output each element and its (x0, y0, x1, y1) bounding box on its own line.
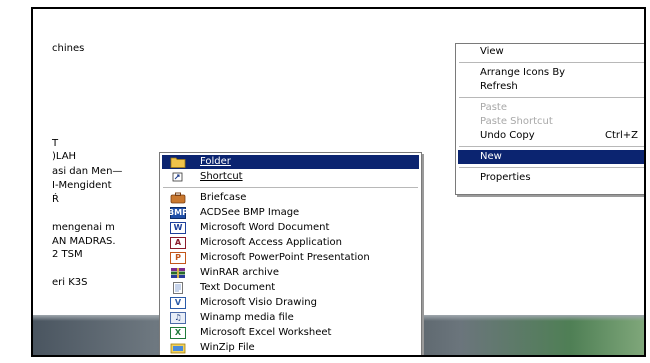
new-excel-worksheet-item[interactable]: X Microsoft Excel Worksheet (162, 326, 419, 340)
new-access-application-item[interactable]: A Microsoft Access Application (162, 236, 419, 250)
menu-item-label: New (480, 151, 502, 162)
menu-item-label: Winamp media file (200, 312, 294, 323)
menu-item-label: ACDSee BMP Image (200, 207, 300, 218)
briefcase-icon (170, 192, 186, 204)
menu-item-label: Refresh (480, 81, 518, 92)
menu-separator (459, 167, 644, 168)
new-winamp-media-item[interactable]: ♫ Winamp media file (162, 311, 419, 325)
new-submenu: Folder Shortcut Briefcase BMP ACDSee BMP… (159, 152, 422, 355)
background-text: AN MADRAS. (52, 236, 116, 247)
background-text: Ŕ (52, 194, 59, 205)
menu-item-label: Arrange Icons By (480, 67, 566, 78)
folder-icon (170, 156, 186, 168)
menu-item-label: View (480, 46, 504, 57)
background-text: asi dan Men— (52, 166, 123, 177)
menu-item-label: Shortcut (200, 171, 243, 182)
menu-item-label: Microsoft PowerPoint Presentation (200, 252, 370, 263)
menu-separator (459, 62, 644, 63)
background-text: 2 TSM (52, 249, 83, 260)
menu-item-label: Briefcase (200, 192, 247, 203)
menu-item-paste-shortcut[interactable]: Paste Shortcut (458, 115, 644, 129)
visio-icon: V (170, 297, 186, 309)
menu-item-refresh[interactable]: Refresh (458, 80, 644, 94)
menu-item-view[interactable]: View ▶ (458, 45, 644, 59)
desktop-window: chines T )LAH asi dan Men— I-Mengident Ŕ… (31, 7, 646, 357)
menu-item-label: Paste (480, 102, 507, 113)
winrar-icon (170, 267, 186, 279)
background-text: I-Mengident (52, 180, 112, 191)
menu-item-label: Microsoft Visio Drawing (200, 297, 317, 308)
background-text: chines (52, 43, 85, 54)
winamp-icon: ♫ (170, 312, 186, 324)
excel-icon: X (170, 327, 186, 339)
text-document-icon (170, 282, 186, 294)
menu-item-undo-copy[interactable]: Undo Copy Ctrl+Z (458, 129, 644, 143)
new-shortcut-item[interactable]: Shortcut (162, 170, 419, 184)
menu-item-paste[interactable]: Paste (458, 101, 644, 115)
new-winrar-archive-item[interactable]: WinRAR archive (162, 266, 419, 280)
menu-item-label: Microsoft Access Application (200, 237, 342, 248)
winzip-icon (170, 342, 186, 354)
background-text: )LAH (52, 151, 77, 162)
menu-separator (459, 97, 644, 98)
menu-item-label: Undo Copy (480, 130, 535, 141)
menu-item-label: WinRAR archive (200, 267, 279, 278)
menu-item-properties[interactable]: Properties (458, 171, 644, 185)
background-text: T (52, 138, 59, 149)
new-winzip-file-item[interactable]: WinZip File (162, 341, 419, 355)
menu-item-label: Properties (480, 172, 531, 183)
background-text: eri K3S (52, 277, 88, 288)
menu-item-label: Paste Shortcut (480, 116, 553, 127)
new-text-document-item[interactable]: Text Document (162, 281, 419, 295)
menu-item-shortcut-key: Ctrl+Z (604, 130, 638, 141)
menu-separator (163, 187, 418, 188)
new-word-document-item[interactable]: W Microsoft Word Document (162, 221, 419, 235)
acdsee-bmp-icon: BMP (168, 207, 188, 219)
menu-item-label: Microsoft Word Document (200, 222, 330, 233)
new-acdsee-bmp-item[interactable]: BMP ACDSee BMP Image (162, 206, 419, 220)
new-folder-item[interactable]: Folder (162, 155, 419, 169)
new-briefcase-item[interactable]: Briefcase (162, 191, 419, 205)
desktop-context-menu: View ▶ Arrange Icons By ▶ Refresh Paste … (455, 43, 644, 195)
menu-item-label: WinZip File (200, 342, 255, 353)
menu-separator (459, 146, 644, 147)
new-visio-drawing-item[interactable]: V Microsoft Visio Drawing (162, 296, 419, 310)
word-icon: W (170, 222, 186, 234)
powerpoint-icon: P (170, 252, 186, 264)
menu-item-label: Microsoft Excel Worksheet (200, 327, 332, 338)
menu-item-arrange-icons-by[interactable]: Arrange Icons By ▶ (458, 66, 644, 80)
access-icon: A (170, 237, 186, 249)
menu-item-label: Text Document (200, 282, 276, 293)
menu-item-new[interactable]: New ▶ (458, 150, 644, 164)
background-text: mengenai m (52, 222, 115, 233)
menu-item-label: Folder (200, 156, 231, 167)
new-powerpoint-item[interactable]: P Microsoft PowerPoint Presentation (162, 251, 419, 265)
shortcut-icon (170, 171, 186, 183)
